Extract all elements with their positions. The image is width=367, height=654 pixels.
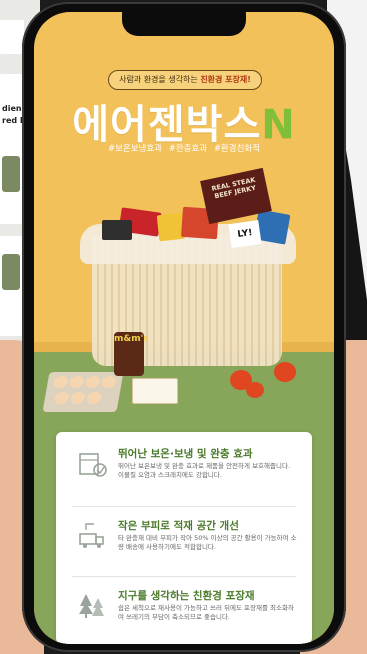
egg: [68, 376, 85, 388]
divider: [72, 576, 296, 577]
background-card: [0, 236, 24, 336]
feature-item: 뛰어난 보온·보냉 및 완충 효과 뛰어난 보온보냉 및 완충 효과로 제품을 …: [56, 440, 312, 504]
snack-pack: [102, 220, 132, 240]
chocolate-bag-label: m&m's: [114, 334, 149, 344]
feature-panel: 뛰어난 보온·보냉 및 완충 효과 뛰어난 보온보냉 및 완충 효과로 제품을 …: [56, 432, 312, 644]
feature-title: 작은 부피로 적재 공간 개선: [118, 520, 239, 532]
tagline-highlight: 친환경 포장재!: [200, 75, 251, 84]
feature-item: 지구를 생각하는 친환경 포장재 쉽은 세척으로 재사용이 가능하고 쓰러 뒤에…: [56, 582, 312, 644]
phone-frame: 사람과 환경을 생각하는 친환경 포장재! 에어젠박스N #보온보냉효과 #완충…: [22, 2, 346, 652]
phone-screen[interactable]: 사람과 환경을 생각하는 친환경 포장재! 에어젠박스N #보온보냉효과 #완충…: [34, 12, 334, 644]
egg: [52, 376, 69, 388]
background-card: dien red E: [0, 74, 25, 224]
feature-item: 작은 부피로 적재 공간 개선 타 완충재 대비 부피가 작아 50% 이상의 …: [56, 512, 312, 576]
tomato: [246, 382, 264, 398]
drink-pack: LY!: [228, 220, 262, 248]
egg: [84, 376, 101, 388]
box-insulation-icon: [79, 453, 107, 477]
feature-title: 뛰어난 보온·보냉 및 완충 효과: [118, 448, 253, 460]
tagline-text: 사람과 환경을 생각하는: [119, 75, 198, 84]
divider: [72, 506, 296, 507]
chocolate-bag: m&m's: [114, 332, 149, 376]
feature-description: 뛰어난 보온보냉 및 완충 효과로 제품을 안전하게 보호해줍니다. 이물질 오…: [118, 462, 291, 479]
egg: [85, 392, 102, 404]
hashtag-row: #보온보냉효과 #완충효과 #환경친화적: [34, 142, 334, 154]
phone-notch: [122, 12, 246, 36]
drink-pack-label: LY!: [236, 228, 254, 240]
feature-description: 쉽은 세척으로 재사용이 가능하고 쓰러 뒤에도 포장재를 최소화하여 쓰레기의…: [118, 604, 294, 621]
egg: [69, 392, 86, 404]
feature-title: 지구를 생각하는 친환경 포장재: [118, 590, 255, 602]
background-thumbnail: [2, 254, 20, 290]
jerky-label: REAL STEAK BEEF JERKY: [210, 175, 257, 201]
tomato: [274, 362, 296, 382]
eco-trees-icon: [79, 594, 104, 618]
product-box-illustration: REAL STEAK BEEF JERKY LY!: [80, 162, 300, 372]
background-card: [0, 20, 24, 54]
delivery-space-icon: [79, 523, 104, 548]
hashtag: #완충효과: [168, 144, 208, 154]
background-headline-line: dien: [2, 104, 22, 113]
hashtag: #환경친화적: [213, 144, 261, 154]
butter-box: [132, 378, 178, 404]
feature-description: 타 완충재 대비 부피가 작아 50% 이상의 공간 활용이 가능하여 소량 배…: [118, 534, 297, 551]
background-thumbnail: [2, 156, 20, 192]
egg: [53, 392, 70, 404]
egg: [100, 376, 117, 388]
tagline-badge: 사람과 환경을 생각하는 친환경 포장재!: [108, 70, 262, 90]
egg-tray: [42, 372, 124, 412]
hashtag: #보온보냉효과: [107, 144, 162, 154]
